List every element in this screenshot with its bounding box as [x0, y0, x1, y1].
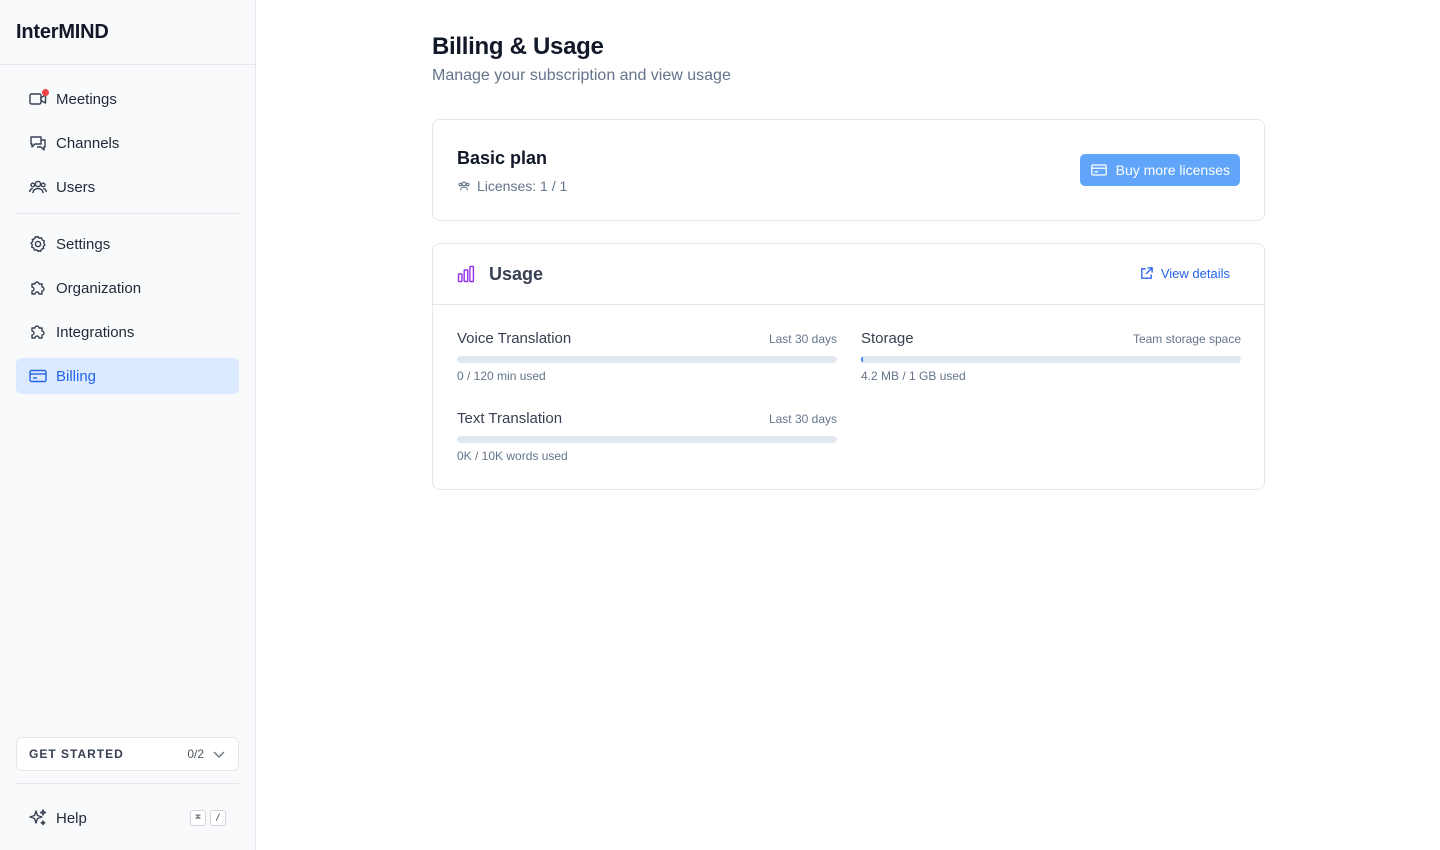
sidebar-item-label: Organization [56, 279, 142, 297]
get-started-label: GET STARTED [29, 747, 124, 761]
credit-card-icon [1090, 164, 1107, 176]
users-icon [458, 181, 470, 191]
app-logo: InterMIND [0, 0, 255, 65]
metric-title: Text Translation [457, 410, 563, 427]
licenses-info: Licenses: 1 / 1 [457, 178, 567, 194]
sidebar-item-label: Meetings [56, 90, 117, 108]
chevron-down-icon [213, 751, 225, 758]
metric-period: Team storage space [1132, 332, 1241, 346]
sidebar: InterMIND Meetings Channels Users Settin… [0, 0, 256, 850]
plan-name: Basic plan [457, 148, 548, 168]
sidebar-item-settings[interactable]: Settings [16, 226, 239, 262]
help-button[interactable]: Help ⌘ / [16, 800, 239, 836]
credit-card-icon [28, 366, 48, 386]
sidebar-item-organization[interactable]: Organization [16, 270, 239, 306]
usage-title: Usage [489, 263, 544, 284]
metric-used: 0K / 10K words used [457, 449, 568, 463]
page-title: Billing & Usage [432, 33, 604, 60]
nav-group-primary: Meetings Channels Users [16, 65, 239, 205]
help-label: Help [56, 809, 87, 827]
nav-divider [16, 213, 239, 214]
puzzle-icon [28, 322, 48, 342]
buy-more-licenses-button[interactable]: Buy more licenses [1079, 154, 1240, 186]
usage-card: Usage View details Voice Translation Las… [432, 243, 1265, 490]
nav-group-secondary: Settings Organization Integrations Billi… [16, 226, 239, 394]
sidebar-item-users[interactable]: Users [16, 169, 239, 205]
kbd-slash: / [210, 810, 226, 826]
external-link-icon [1141, 267, 1153, 279]
puzzle-icon [28, 278, 48, 298]
sidebar-item-label: Integrations [56, 323, 135, 341]
metric-used: 0 / 120 min used [457, 369, 546, 383]
kbd-command: ⌘ [190, 810, 206, 826]
usage-header: Usage View details [433, 244, 1264, 305]
page-subtitle: Manage your subscription and view usage [432, 67, 731, 84]
sidebar-item-label: Users [56, 178, 96, 196]
video-camera-icon [28, 89, 49, 109]
sidebar-item-billing[interactable]: Billing [16, 358, 239, 394]
sidebar-item-channels[interactable]: Channels [16, 125, 239, 161]
plan-card: Basic plan Licenses: 1 / 1 Buy more lice… [432, 119, 1265, 221]
notification-dot [42, 89, 49, 96]
metric-period: Last 30 days [768, 412, 837, 426]
sparkles-icon [29, 809, 47, 826]
metric-title: Storage [861, 330, 914, 347]
metric-used: 4.2 MB / 1 GB used [861, 369, 966, 383]
chat-bubbles-icon [28, 133, 48, 153]
sidebar-item-meetings[interactable]: Meetings [16, 81, 239, 117]
keyboard-shortcut: ⌘ / [190, 810, 226, 826]
sidebar-nav: Meetings Channels Users Settings Organiz… [0, 65, 255, 394]
progress-fill [861, 356, 863, 363]
bar-chart-icon [457, 265, 475, 283]
sidebar-item-label: Billing [56, 367, 97, 385]
get-started-count: 0/2 [187, 747, 204, 761]
progress-bar [861, 356, 1241, 363]
metric-period: Last 30 days [768, 332, 837, 346]
progress-bar [457, 436, 837, 443]
get-started-dropdown[interactable]: GET STARTED 0/2 [16, 737, 239, 771]
metric-title: Voice Translation [457, 330, 572, 347]
sidebar-item-integrations[interactable]: Integrations [16, 314, 239, 350]
view-details-label: View details [1160, 266, 1230, 281]
licenses-text: Licenses: 1 / 1 [477, 178, 568, 194]
progress-bar [457, 356, 837, 363]
sidebar-item-label: Channels [56, 134, 120, 152]
view-details-link[interactable]: View details [1139, 266, 1230, 281]
users-icon [28, 177, 48, 197]
help-divider [16, 783, 239, 784]
sidebar-item-label: Settings [56, 235, 111, 253]
gear-icon [28, 234, 48, 254]
buy-button-label: Buy more licenses [1115, 162, 1230, 178]
